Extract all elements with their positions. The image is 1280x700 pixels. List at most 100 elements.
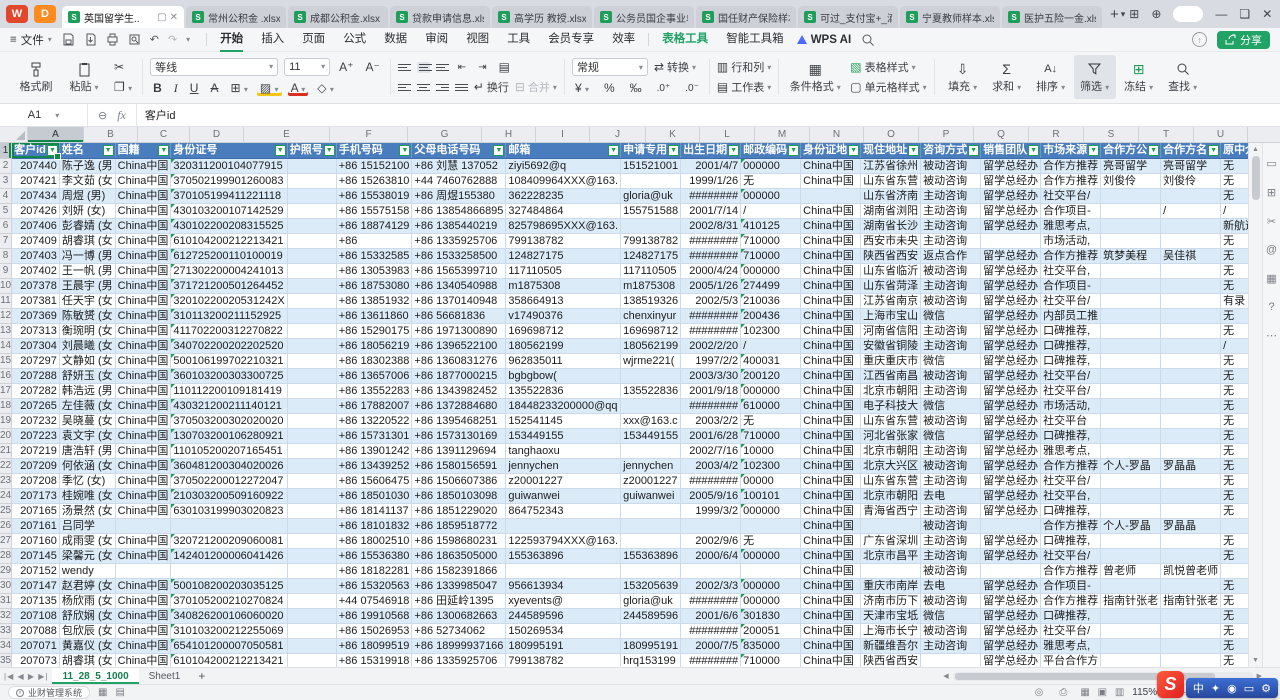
cell[interactable] (1161, 503, 1221, 518)
cell[interactable]: 山东省临沂 (861, 263, 921, 278)
cell[interactable]: 151521001 (621, 158, 681, 173)
scissors-icon[interactable]: ✂ (1267, 215, 1276, 228)
cell[interactable]: China中国 (801, 443, 861, 458)
cell[interactable] (287, 548, 336, 563)
cell[interactable]: 社交平台/ (1041, 368, 1101, 383)
cell[interactable] (287, 203, 336, 218)
cell[interactable] (287, 488, 336, 503)
cell[interactable] (1101, 503, 1161, 518)
cell[interactable]: +86 15320563 (336, 578, 412, 593)
thousands-button[interactable]: ‰ (627, 80, 645, 96)
cell[interactable] (1101, 578, 1161, 593)
cell[interactable] (1161, 428, 1221, 443)
increase-font-icon[interactable]: A⁺ (336, 59, 356, 75)
cell[interactable]: 重庆重庆市 (861, 353, 921, 368)
cell[interactable]: +86 1360831276 (412, 353, 506, 368)
cell[interactable]: 唐浩轩 (男 (59, 443, 115, 458)
column-letter-F[interactable]: F (330, 127, 408, 142)
cell[interactable]: 310113200211152925 (171, 308, 287, 323)
cell[interactable]: 江西省南昌 (861, 368, 921, 383)
cell[interactable]: +86 1971300890 (412, 323, 506, 338)
board-icon[interactable]: ▦ (98, 687, 107, 698)
data-table[interactable]: 1客户id▼姓名▼国籍▼身份证号▼护照号▼手机号码▼父母电话号码▼邮箱▼申请专用… (0, 143, 1280, 667)
cell[interactable]: 指南针张老 (1161, 593, 1221, 608)
cell[interactable]: 北京市朝阳 (861, 383, 921, 398)
cell[interactable]: +86 15319918 (336, 653, 412, 667)
cell[interactable]: 梁馨元 (女 (59, 548, 115, 563)
cell[interactable]: 杨欣雨 (女 (59, 593, 115, 608)
cell[interactable] (1161, 398, 1221, 413)
cell[interactable]: 1997/2/2 (681, 353, 741, 368)
cell[interactable]: m1875308 (506, 278, 621, 293)
cell[interactable]: 207108 (12, 608, 60, 623)
cell[interactable]: 主动咨询 (921, 443, 981, 458)
cell[interactable]: 凯悦曾老师 (1161, 563, 1221, 578)
cell[interactable]: 任天宇 (女 (59, 293, 115, 308)
cell[interactable]: 电子科技大 (861, 398, 921, 413)
cell[interactable]: China中国 (115, 533, 171, 548)
cell[interactable]: 2000/4/24 (681, 263, 741, 278)
column-letter-O[interactable]: O (864, 127, 919, 142)
cell[interactable]: 360103200303300725 (171, 368, 287, 383)
maximize-button[interactable]: ❏ (1239, 7, 1250, 21)
cell[interactable]: 610104200212213421 (171, 653, 287, 667)
column-header-cell[interactable]: 身份证号▼ (171, 143, 287, 158)
cell[interactable]: 370503200302020020 (171, 413, 287, 428)
filter-dropdown-icon[interactable]: ▼ (668, 145, 679, 156)
cell[interactable]: China中国 (801, 563, 861, 578)
cell[interactable]: 18448233200000@qq (506, 398, 621, 413)
cell[interactable]: China中国 (115, 173, 171, 188)
cell[interactable]: +86 15152100 (336, 158, 412, 173)
cell[interactable]: 留学总经办 (981, 578, 1041, 593)
cell[interactable]: 371721200501264452 (171, 278, 287, 293)
decrease-decimal-button[interactable]: .0⁻ (682, 82, 702, 95)
menu-item-10[interactable]: 效率 (603, 28, 644, 52)
cell[interactable] (287, 653, 336, 667)
cell[interactable]: 430102200208315525 (171, 218, 287, 233)
column-header-cell[interactable]: 市场来源▼ (1041, 143, 1101, 158)
cell[interactable]: 李文茹 (女 (59, 173, 115, 188)
underline-button[interactable]: U (187, 80, 202, 96)
globe-icon[interactable]: ⊕ (1151, 7, 1161, 21)
cell[interactable]: China中国 (801, 578, 861, 593)
cell[interactable]: 370502200012272047 (171, 473, 287, 488)
column-header-cell[interactable]: 身份证地▼ (801, 143, 861, 158)
cell[interactable]: 留学总经办 (981, 158, 1041, 173)
column-header-cell[interactable]: 咨询方式▼ (921, 143, 981, 158)
cell[interactable]: +86 1859518772 (412, 518, 506, 533)
document-tab[interactable]: S可过_支付宝+_滴.. (798, 6, 898, 28)
fx-icon[interactable]: fx (117, 108, 126, 123)
cell[interactable]: 207409 (12, 233, 60, 248)
cell[interactable]: 上海市长宁 (861, 623, 921, 638)
cell[interactable]: 207073 (12, 653, 60, 667)
cell[interactable] (621, 563, 681, 578)
cell[interactable]: 去电 (921, 488, 981, 503)
cell[interactable]: China中国 (801, 623, 861, 638)
cell[interactable] (287, 563, 336, 578)
cell[interactable]: 370502199901260083 (171, 173, 287, 188)
cell[interactable]: 留学总经办 (981, 623, 1041, 638)
cell[interactable] (1101, 533, 1161, 548)
row-number[interactable]: 10 (0, 278, 12, 293)
cell[interactable]: China中国 (115, 233, 171, 248)
cell[interactable]: 个人-罗晶 (1101, 458, 1161, 473)
undo-icon[interactable]: ↶ (150, 33, 159, 46)
cell[interactable]: +44 7460762888 (412, 173, 506, 188)
conditional-format-button[interactable]: ▦ 条件格式 ▾ (786, 55, 844, 99)
filter-dropdown-icon[interactable]: ▼ (399, 145, 410, 156)
cell[interactable]: +86 (336, 233, 412, 248)
align-bottom-icon[interactable] (436, 64, 449, 71)
cell[interactable]: 200051 (741, 623, 801, 638)
cell[interactable] (741, 518, 801, 533)
menu-item-8[interactable]: 工具 (498, 28, 539, 52)
cell[interactable]: 610000 (741, 398, 801, 413)
column-letter-H[interactable]: H (482, 127, 536, 142)
cell[interactable]: 口碑推荐, (1041, 338, 1101, 353)
cell[interactable]: 207381 (12, 293, 60, 308)
cell[interactable]: 刘俊伶 (1161, 173, 1221, 188)
sheet-tab[interactable]: Sheet1 (139, 668, 191, 684)
ime-shape-icon[interactable]: ✦ (1211, 682, 1220, 695)
cell[interactable]: 152541145 (506, 413, 621, 428)
column-header-cell[interactable]: 护照号▼ (287, 143, 336, 158)
ime-mic-icon[interactable]: ◉ (1227, 682, 1237, 695)
